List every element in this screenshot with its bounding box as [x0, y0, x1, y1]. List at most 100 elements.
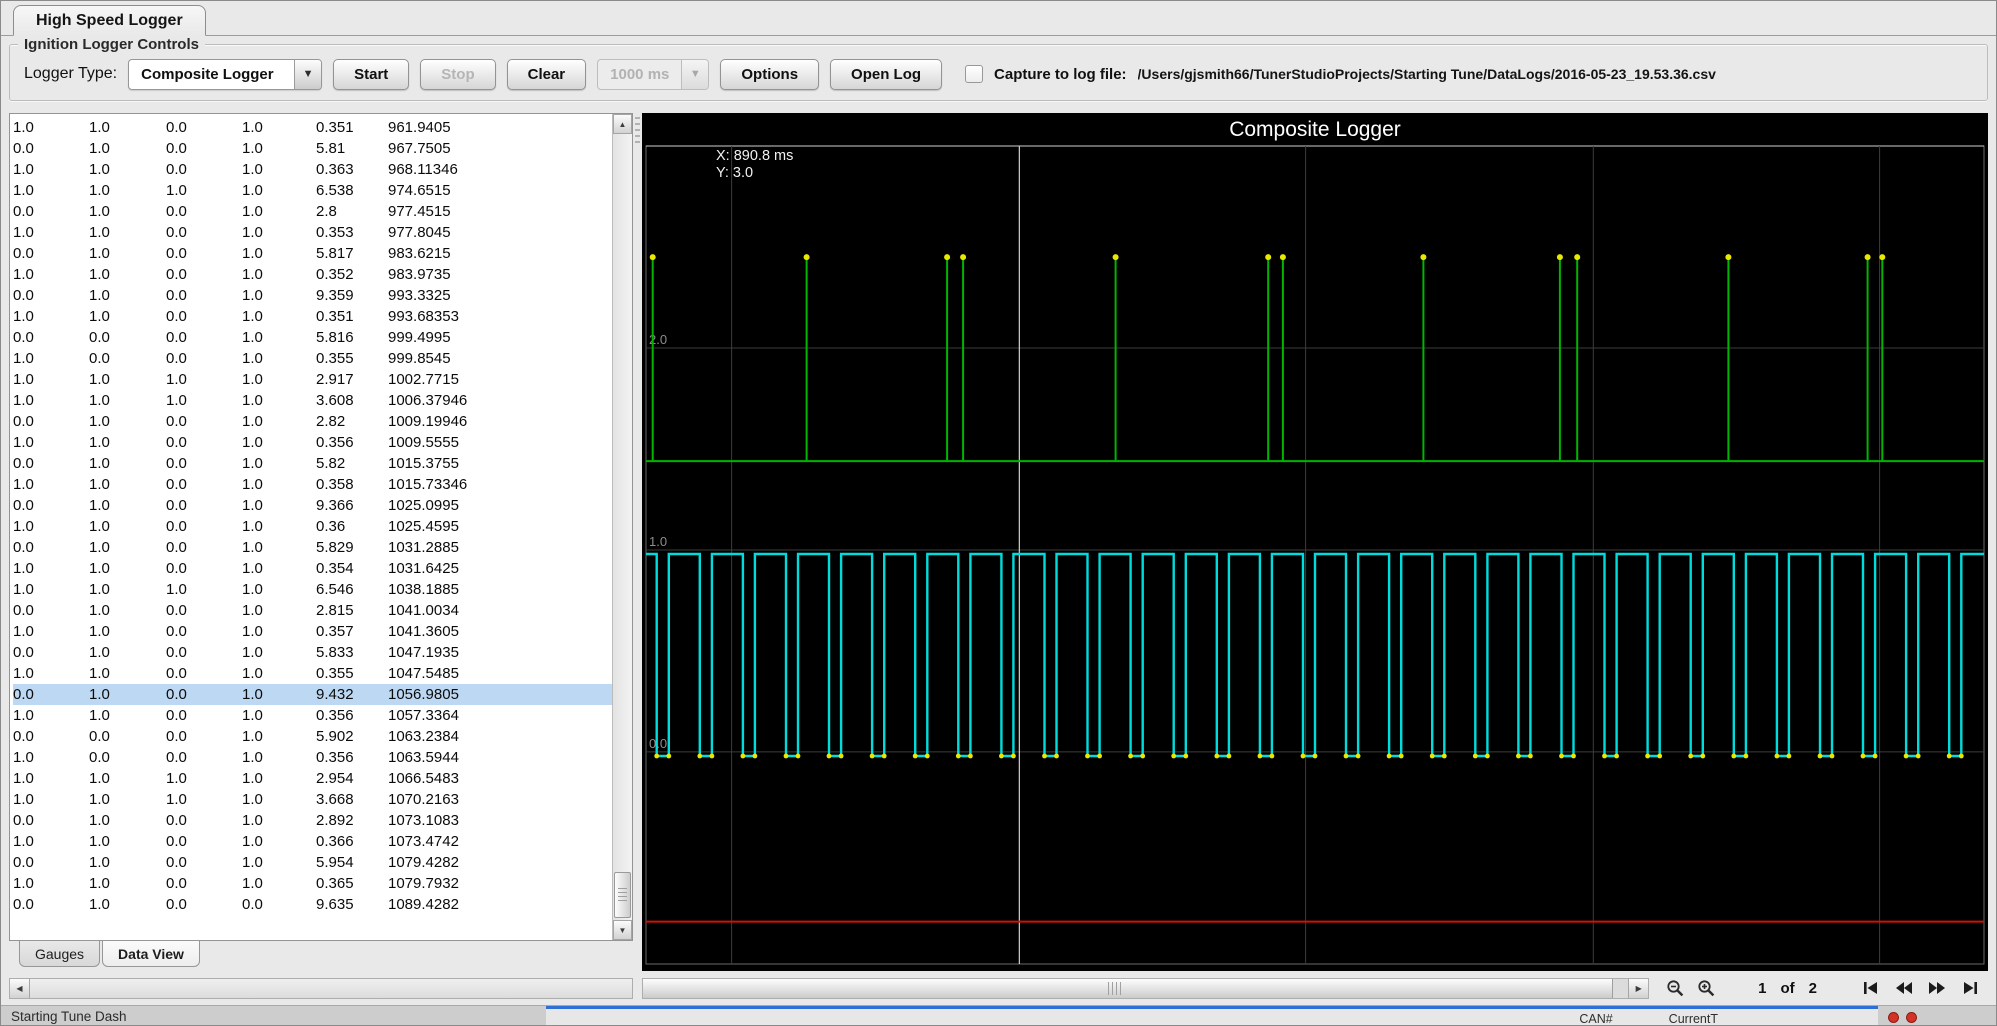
table-row[interactable]: 0.01.00.01.05.81967.7505: [13, 138, 612, 159]
table-cell: 1079.7932: [388, 873, 459, 894]
table-row[interactable]: 1.01.00.01.00.3551047.5485: [13, 663, 612, 684]
table-row[interactable]: 0.01.00.01.05.8291031.2885: [13, 537, 612, 558]
table-row[interactable]: 0.01.00.01.09.4321056.9805: [13, 684, 612, 705]
table-row[interactable]: 0.01.00.01.05.9541079.4282: [13, 852, 612, 873]
table-cell: 1047.5485: [388, 663, 459, 684]
logger-toolbar: Logger Type: Composite Logger ▼ Start St…: [20, 57, 1977, 91]
table-row[interactable]: 1.01.00.01.00.353977.8045: [13, 222, 612, 243]
table-row[interactable]: 1.01.00.01.00.351961.9405: [13, 117, 612, 138]
table-row[interactable]: 0.00.00.01.05.9021063.2384: [13, 726, 612, 747]
table-row[interactable]: 0.01.00.00.09.6351089.4282: [13, 894, 612, 915]
tab-gauges[interactable]: Gauges: [19, 940, 100, 967]
table-row[interactable]: 0.01.00.01.05.821015.3755: [13, 453, 612, 474]
stop-button[interactable]: Stop: [420, 59, 495, 90]
table-row[interactable]: 0.01.00.01.02.8977.4515: [13, 201, 612, 222]
table-cell: 967.7505: [388, 138, 451, 159]
svg-text:1.0: 1.0: [649, 534, 667, 549]
table-cell: 0.351: [316, 306, 388, 327]
table-row[interactable]: 0.01.00.01.02.821009.19946: [13, 411, 612, 432]
capture-to-log-label: Capture to log file:: [994, 66, 1127, 83]
chart-horizontal-scrollbar[interactable]: ▶: [642, 978, 1649, 999]
table-row[interactable]: 1.01.01.01.03.6681070.2163: [13, 789, 612, 810]
table-row[interactable]: 0.01.00.01.05.8331047.1935: [13, 642, 612, 663]
table-row[interactable]: 1.01.00.01.00.3581015.73346: [13, 474, 612, 495]
scroll-left-button[interactable]: ◀: [10, 979, 30, 998]
tab-high-speed-logger[interactable]: High Speed Logger: [13, 5, 206, 36]
composite-logger-chart[interactable]: 2.01.00.0Composite LoggerX: 890.8 msY: 3…: [642, 113, 1988, 971]
options-button[interactable]: Options: [720, 59, 819, 90]
zoom-out-icon[interactable]: [1663, 977, 1687, 999]
table-cell: 9.359: [316, 285, 388, 306]
fast-back-button[interactable]: [1892, 977, 1916, 999]
interval-select[interactable]: 1000 ms ▼: [597, 59, 709, 90]
table-vertical-scrollbar[interactable]: ▲ ▼: [612, 114, 632, 940]
chevron-down-icon[interactable]: ▼: [294, 60, 321, 89]
table-row[interactable]: 1.01.01.01.02.9541066.5483: [13, 768, 612, 789]
table-cell: 1066.5483: [388, 768, 459, 789]
table-cell: 1.0: [242, 537, 316, 558]
zoom-in-icon[interactable]: [1694, 977, 1718, 999]
table-cell: 1.0: [89, 432, 166, 453]
chart-scroll-right-button[interactable]: ▶: [1628, 979, 1648, 998]
table-cell: 0.0: [166, 516, 242, 537]
clear-button[interactable]: Clear: [507, 59, 587, 90]
table-row[interactable]: 1.01.00.01.00.352983.9735: [13, 264, 612, 285]
fast-forward-button[interactable]: [1925, 977, 1949, 999]
table-row[interactable]: 0.00.00.01.05.816999.4995: [13, 327, 612, 348]
table-cell: 1.0: [242, 159, 316, 180]
table-cell: 2.892: [316, 810, 388, 831]
table-row[interactable]: 1.01.00.01.00.3651079.7932: [13, 873, 612, 894]
chart-scrollbar-thumb[interactable]: [643, 979, 1613, 998]
table-row[interactable]: 0.01.00.01.02.8921073.1083: [13, 810, 612, 831]
table-row[interactable]: 0.01.00.01.09.359993.3325: [13, 285, 612, 306]
table-row[interactable]: 1.01.01.01.06.538974.6515: [13, 180, 612, 201]
table-cell: 0.0: [166, 243, 242, 264]
first-page-button[interactable]: [1859, 977, 1883, 999]
scroll-up-button[interactable]: ▲: [613, 114, 632, 134]
start-button[interactable]: Start: [333, 59, 409, 90]
table-cell: 0.0: [13, 726, 89, 747]
svg-text:X: 890.8 ms: X: 890.8 ms: [716, 148, 793, 164]
table-row[interactable]: 1.01.00.01.00.361025.4595: [13, 516, 612, 537]
table-row[interactable]: 1.01.00.01.00.3561057.3364: [13, 705, 612, 726]
table-row[interactable]: 1.01.01.01.03.6081006.37946: [13, 390, 612, 411]
table-row[interactable]: 1.01.00.01.00.3561009.5555: [13, 432, 612, 453]
table-row[interactable]: 1.01.00.01.00.351993.68353: [13, 306, 612, 327]
capture-to-log-checkbox[interactable]: [965, 65, 983, 83]
table-cell: 1025.0995: [388, 495, 459, 516]
table-row[interactable]: 1.01.00.01.00.3571041.3605: [13, 621, 612, 642]
table-row[interactable]: 0.01.00.01.05.817983.6215: [13, 243, 612, 264]
table-row[interactable]: 1.01.01.01.06.5461038.1885: [13, 579, 612, 600]
logger-type-select[interactable]: Composite Logger ▼: [128, 59, 322, 90]
vertical-scrollbar-thumb[interactable]: [614, 872, 631, 918]
table-cell: 1.0: [89, 831, 166, 852]
scroll-down-button[interactable]: ▼: [613, 920, 632, 940]
split-handle[interactable]: [633, 113, 642, 971]
open-log-button[interactable]: Open Log: [830, 59, 942, 90]
table-cell: 0.0: [89, 327, 166, 348]
table-cell: 961.9405: [388, 117, 451, 138]
table-horizontal-scrollbar[interactable]: ◀: [9, 978, 633, 999]
table-row[interactable]: 1.01.00.01.00.363968.11346: [13, 159, 612, 180]
table-cell: 1.0: [89, 138, 166, 159]
table-cell: 1.0: [242, 348, 316, 369]
last-page-button[interactable]: [1958, 977, 1982, 999]
table-row[interactable]: 1.00.00.01.00.355999.8545: [13, 348, 612, 369]
table-cell: 0.0: [89, 726, 166, 747]
table-cell: 1.0: [242, 579, 316, 600]
page-total: 2: [1809, 980, 1817, 997]
table-cell: 1.0: [13, 621, 89, 642]
tab-data-view[interactable]: Data View: [102, 940, 200, 967]
chart-canvas[interactable]: 2.01.00.0Composite LoggerX: 890.8 msY: 3…: [642, 113, 1988, 971]
table-cell: 1.0: [89, 201, 166, 222]
table-cell: 1.0: [13, 768, 89, 789]
table-cell: 1.0: [242, 768, 316, 789]
table-row[interactable]: 0.01.00.01.02.8151041.0034: [13, 600, 612, 621]
table-row[interactable]: 1.00.00.01.00.3561063.5944: [13, 747, 612, 768]
table-row[interactable]: 1.01.01.01.02.9171002.7715: [13, 369, 612, 390]
table-row[interactable]: 1.01.00.01.00.3541031.6425: [13, 558, 612, 579]
table-cell: 0.0: [166, 684, 242, 705]
table-row[interactable]: 0.01.00.01.09.3661025.0995: [13, 495, 612, 516]
table-row[interactable]: 1.01.00.01.00.3661073.4742: [13, 831, 612, 852]
table-cell: 5.902: [316, 726, 388, 747]
